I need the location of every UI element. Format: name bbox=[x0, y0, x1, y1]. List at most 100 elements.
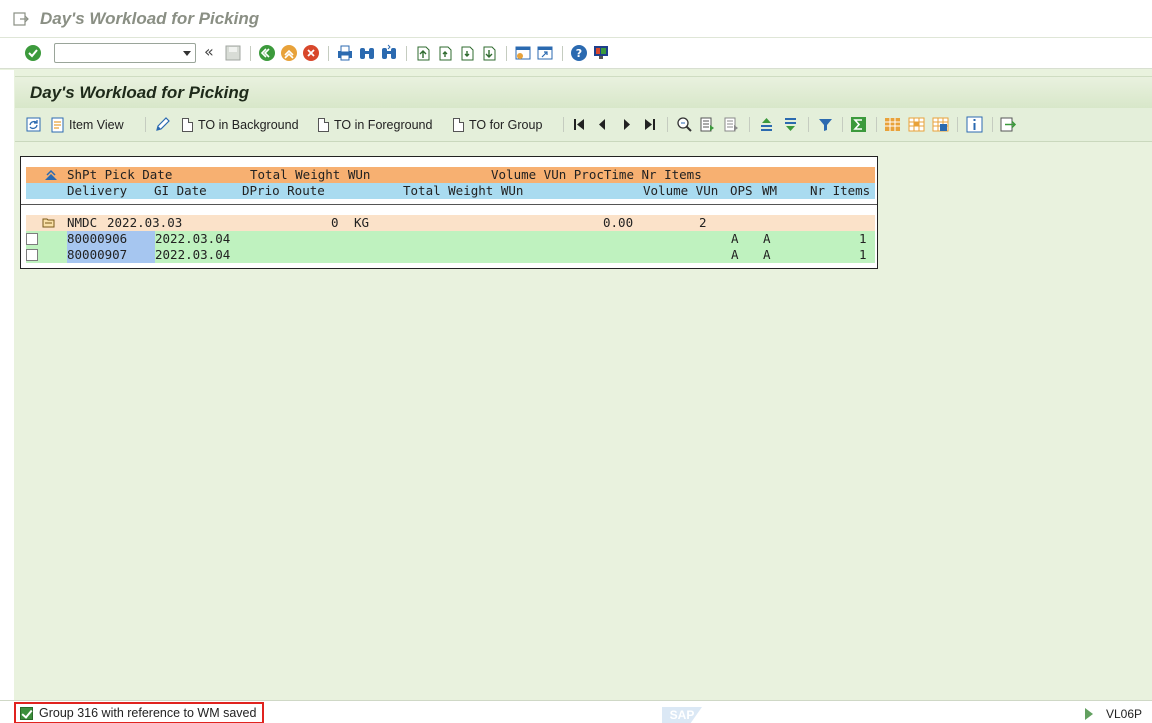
item-view-label: Item View bbox=[69, 118, 124, 132]
list-header-row-2: Delivery GI Date DPrio Route Total Weigh… bbox=[26, 183, 875, 199]
header-nr-items: Nr Items bbox=[810, 183, 871, 198]
standard-toolbar: « ? bbox=[0, 38, 1152, 69]
collapse-all-icon[interactable] bbox=[44, 169, 58, 181]
row-checkbox[interactable] bbox=[26, 233, 38, 245]
gi-date: 2022.03.04 bbox=[155, 231, 231, 246]
toolbar-separator bbox=[563, 117, 564, 132]
toolbar-separator bbox=[145, 117, 146, 132]
header-total-weight-2: Total Weight WUn bbox=[403, 183, 524, 198]
to-for-group-label: TO for Group bbox=[469, 118, 543, 132]
to-in-background-button[interactable]: TO in Background bbox=[182, 116, 299, 134]
status-message[interactable]: Group 316 with reference to WM saved bbox=[14, 702, 264, 723]
toolbar-separator bbox=[506, 46, 507, 61]
gi-date: 2022.03.04 bbox=[155, 247, 231, 262]
folder-icon[interactable] bbox=[42, 217, 55, 228]
window-title: Day's Workload for Picking bbox=[40, 9, 260, 28]
application-toolbar: Item View TO in Background TO in Foregro… bbox=[15, 108, 1152, 142]
header-wm: WM bbox=[762, 183, 778, 198]
info-icon[interactable] bbox=[966, 116, 983, 133]
sort-descending-icon[interactable] bbox=[782, 116, 799, 133]
header-ops: OPS bbox=[730, 183, 753, 198]
status-message-text: Group 316 with reference to WM saved bbox=[39, 706, 257, 720]
toolbar-separator bbox=[749, 117, 750, 132]
document-icon bbox=[318, 118, 329, 132]
nr-items: 1 bbox=[859, 247, 867, 262]
print-icon[interactable] bbox=[336, 44, 354, 62]
delivery-number[interactable]: 80000907 bbox=[67, 247, 155, 263]
group-shpt: NMDC bbox=[67, 215, 98, 230]
exit-icon[interactable] bbox=[13, 11, 29, 27]
previous-page-icon[interactable] bbox=[436, 44, 454, 62]
enter-check-icon[interactable] bbox=[24, 44, 42, 62]
toolbar-separator bbox=[876, 117, 877, 132]
toolbar-separator bbox=[957, 117, 958, 132]
header-delivery: Delivery bbox=[67, 183, 128, 198]
next-page-icon[interactable] bbox=[458, 44, 476, 62]
detail-magnifier-icon[interactable] bbox=[676, 116, 693, 133]
table-row[interactable]: 80000906 2022.03.04 A A 1 bbox=[26, 231, 875, 247]
document-icon bbox=[453, 118, 464, 132]
customize-layout-icon[interactable] bbox=[592, 44, 610, 62]
shortcut-icon[interactable] bbox=[536, 44, 554, 62]
previous-record-icon[interactable] bbox=[594, 116, 611, 133]
table-row[interactable]: 80000907 2022.03.04 A A 1 bbox=[26, 247, 875, 263]
group-row[interactable]: NMDC 2022.03.03 0 KG 0.00 2 bbox=[26, 215, 875, 231]
toolbar-separator bbox=[808, 117, 809, 132]
header-volume-proctime-items: Volume VUn ProcTime Nr Items bbox=[491, 167, 702, 182]
to-for-group-button[interactable]: TO for Group bbox=[453, 116, 542, 134]
row-checkbox[interactable] bbox=[26, 249, 38, 261]
command-field[interactable] bbox=[54, 43, 196, 63]
title-bar: Day's Workload for Picking bbox=[0, 0, 1152, 38]
help-icon[interactable]: ? bbox=[570, 44, 588, 62]
first-page-icon[interactable] bbox=[414, 44, 432, 62]
screen-title: Day's Workload for Picking bbox=[30, 83, 250, 102]
sort-ascending-icon[interactable] bbox=[758, 116, 775, 133]
toolbar-separator bbox=[842, 117, 843, 132]
last-page-icon[interactable] bbox=[480, 44, 498, 62]
spreadsheet-icon[interactable] bbox=[884, 116, 901, 133]
transaction-code[interactable]: VL06P bbox=[1106, 707, 1142, 721]
delivery-number[interactable]: 80000906 bbox=[67, 231, 155, 247]
to-in-foreground-label: TO in Foreground bbox=[334, 118, 433, 132]
group-weight: 0 bbox=[331, 215, 339, 230]
refresh-icon[interactable] bbox=[25, 116, 42, 133]
item-view-button[interactable]: Item View bbox=[50, 116, 124, 134]
group-pick-date: 2022.03.03 bbox=[107, 215, 183, 230]
exit-up-icon[interactable] bbox=[280, 44, 298, 62]
chevron-down-icon[interactable] bbox=[183, 51, 191, 56]
ops-status: A bbox=[731, 247, 739, 262]
play-icon[interactable] bbox=[1085, 708, 1093, 720]
sum-icon[interactable] bbox=[850, 116, 867, 133]
group-items: 2 bbox=[699, 215, 707, 230]
screen-header: Day's Workload for Picking bbox=[15, 76, 1152, 108]
success-check-icon bbox=[20, 706, 33, 720]
ops-status: A bbox=[731, 231, 739, 246]
header-dprio-route: DPrio Route bbox=[242, 183, 325, 198]
group-volume: 0.00 bbox=[603, 215, 634, 230]
change-layout-icon[interactable] bbox=[723, 116, 740, 133]
last-record-icon[interactable] bbox=[641, 116, 658, 133]
find-icon[interactable] bbox=[358, 44, 376, 62]
status-bar: Group 316 with reference to WM saved SAP… bbox=[0, 700, 1152, 723]
cancel-icon[interactable] bbox=[302, 44, 320, 62]
edit-pencil-icon[interactable] bbox=[154, 116, 171, 133]
next-record-icon[interactable] bbox=[618, 116, 635, 133]
save-icon[interactable] bbox=[224, 44, 242, 62]
export-icon[interactable] bbox=[1000, 116, 1017, 133]
new-session-icon[interactable] bbox=[514, 44, 532, 62]
list-divider bbox=[21, 204, 877, 205]
first-record-icon[interactable] bbox=[571, 116, 588, 133]
back-icon[interactable] bbox=[258, 44, 276, 62]
toolbar-separator bbox=[992, 117, 993, 132]
find-next-icon[interactable] bbox=[380, 44, 398, 62]
item-view-icon bbox=[51, 117, 64, 133]
insert-column-icon[interactable] bbox=[908, 116, 925, 133]
filter-icon[interactable] bbox=[817, 116, 834, 133]
toolbar-separator bbox=[250, 46, 251, 61]
collapse-command-icon[interactable]: « bbox=[204, 42, 214, 61]
to-in-foreground-button[interactable]: TO in Foreground bbox=[318, 116, 432, 134]
wm-status: A bbox=[763, 247, 771, 262]
choose-layout-icon[interactable] bbox=[699, 116, 716, 133]
toolbar-separator bbox=[328, 46, 329, 61]
layout-columns-icon[interactable] bbox=[932, 116, 949, 133]
